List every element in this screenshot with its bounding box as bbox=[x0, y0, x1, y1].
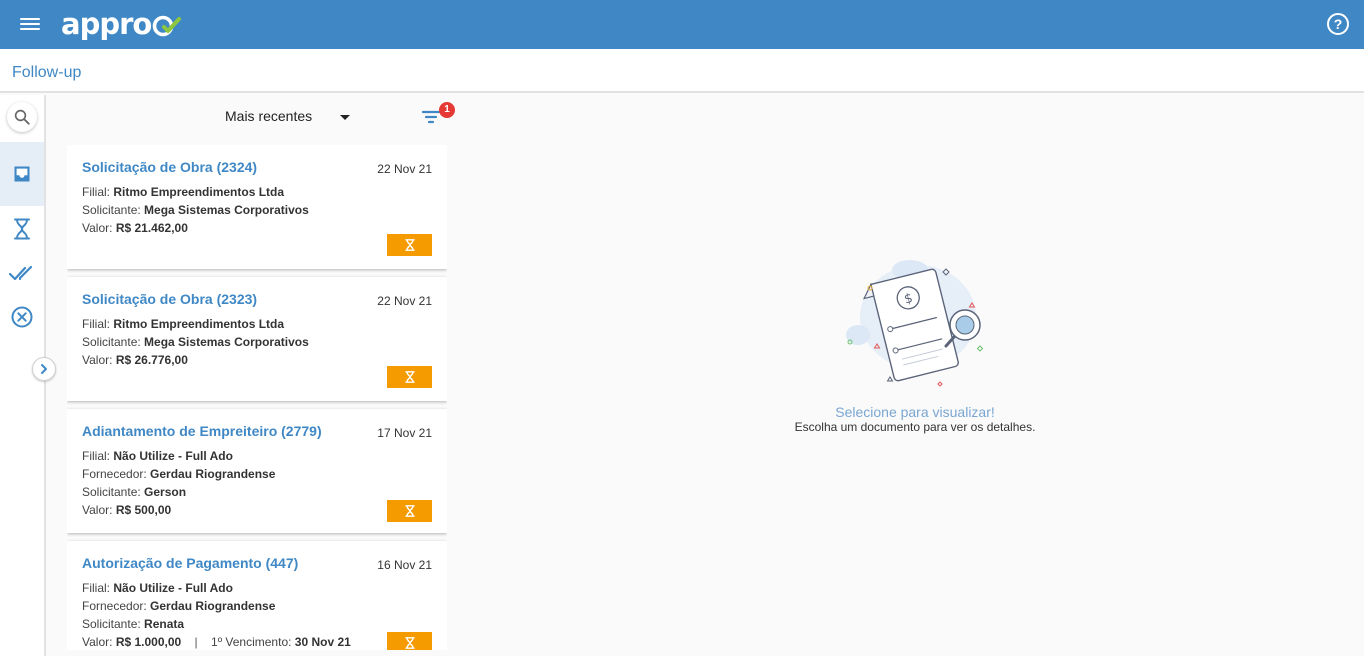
card-field: Filial: Não Utilize - Full Ado bbox=[82, 449, 233, 463]
card-date: 22 Nov 21 bbox=[377, 294, 432, 308]
help-circle-icon[interactable]: ? bbox=[1327, 13, 1349, 35]
card-field: Solicitante: Mega Sistemas Corporativos bbox=[82, 335, 309, 349]
hamburger-icon-bar bbox=[20, 18, 40, 20]
chevron-right-icon bbox=[41, 364, 47, 374]
hamburger-icon-bar bbox=[20, 28, 40, 30]
card-date: 22 Nov 21 bbox=[377, 162, 432, 176]
field-label: Solicitante: bbox=[82, 203, 141, 217]
field-label: Valor: bbox=[82, 635, 113, 649]
search-button[interactable] bbox=[0, 95, 44, 139]
filter-icon bbox=[421, 110, 441, 124]
nav-rejected[interactable] bbox=[0, 295, 44, 339]
field-value: R$ 21.462,00 bbox=[115, 221, 188, 235]
search-icon bbox=[14, 109, 30, 125]
card-date: 17 Nov 21 bbox=[377, 426, 432, 440]
field-value: Gerdau Riograndense bbox=[150, 467, 276, 481]
page-title: Follow-up bbox=[12, 64, 82, 81]
logo-check-mark-icon bbox=[153, 15, 182, 37]
logo-text: appro bbox=[61, 7, 152, 41]
card-title: Solicitação de Obra (2324) bbox=[82, 159, 258, 175]
field-value: Não Utilize - Full Ado bbox=[113, 449, 233, 463]
field-label: Solicitante: bbox=[82, 617, 141, 631]
card-field: Fornecedor: Gerdau Riograndense bbox=[82, 599, 275, 613]
empty-state-title: Selecione para visualizar! bbox=[835, 404, 995, 420]
document-card[interactable]: Solicitação de Obra (2323) 22 Nov 21 Fil… bbox=[67, 277, 447, 401]
page-header: Follow-up bbox=[0, 49, 1364, 93]
document-list: Solicitação de Obra (2324) 22 Nov 21 Fil… bbox=[67, 145, 447, 650]
card-field: Solicitante: Renata bbox=[82, 617, 184, 631]
sort-dropdown[interactable]: Mais recentes bbox=[225, 108, 355, 128]
approvo-logo: appro bbox=[61, 8, 182, 40]
field-label: 1º Vencimento: bbox=[211, 635, 292, 649]
caret-down-icon bbox=[340, 115, 350, 120]
field-value: 30 Nov 21 bbox=[294, 635, 351, 649]
card-field: Filial: Ritmo Empreendimentos Ltda bbox=[82, 317, 284, 331]
hourglass-icon bbox=[404, 637, 415, 649]
nav-approved[interactable] bbox=[0, 251, 44, 295]
card-field: Valor: R$ 26.776,00 bbox=[82, 353, 188, 367]
field-label: Valor: bbox=[82, 503, 113, 517]
pending-status-button[interactable] bbox=[387, 500, 432, 522]
document-card[interactable]: Solicitação de Obra (2324) 22 Nov 21 Fil… bbox=[67, 145, 447, 269]
field-label: Solicitante: bbox=[82, 485, 141, 499]
field-value: Ritmo Empreendimentos Ltda bbox=[113, 317, 285, 331]
field-separator: | bbox=[194, 635, 198, 649]
document-card[interactable]: Autorização de Pagamento (447) 16 Nov 21… bbox=[67, 541, 447, 650]
hourglass-icon bbox=[404, 239, 415, 251]
card-title: Adiantamento de Empreiteiro (2779) bbox=[82, 423, 322, 439]
field-label: Fornecedor: bbox=[82, 599, 147, 613]
pending-status-button[interactable] bbox=[387, 632, 432, 650]
pending-status-button[interactable] bbox=[387, 234, 432, 256]
search-button-circle bbox=[7, 102, 37, 132]
sort-dropdown-label: Mais recentes bbox=[225, 108, 313, 124]
field-label: Filial: bbox=[82, 185, 111, 199]
card-field: Filial: Não Utilize - Full Ado bbox=[82, 581, 233, 595]
field-label: Valor: bbox=[82, 221, 113, 235]
field-label: Filial: bbox=[82, 581, 111, 595]
empty-state-subtitle: Escolha um documento para ver os detalhe… bbox=[794, 420, 1036, 434]
field-value: Gerson bbox=[144, 485, 187, 499]
hamburger-icon-bar bbox=[20, 23, 40, 25]
field-value: Renata bbox=[144, 617, 185, 631]
card-field: Solicitante: Mega Sistemas Corporativos bbox=[82, 203, 309, 217]
field-label: Filial: bbox=[82, 449, 111, 463]
hamburger-menu-button[interactable] bbox=[20, 15, 40, 33]
field-value: Mega Sistemas Corporativos bbox=[144, 203, 309, 217]
empty-detail-panel: $ Selecione para visualizar! Escolha um … bbox=[750, 245, 1080, 445]
hourglass-icon bbox=[404, 371, 415, 383]
expand-sidebar-button[interactable] bbox=[32, 357, 56, 381]
card-title: Autorização de Pagamento (447) bbox=[82, 555, 299, 571]
card-title: Solicitação de Obra (2323) bbox=[82, 291, 258, 307]
field-value: R$ 1.000,00 bbox=[115, 635, 182, 649]
top-app-bar: appro ? bbox=[0, 0, 1364, 49]
field-value: R$ 26.776,00 bbox=[115, 353, 188, 367]
field-value: Não Utilize - Full Ado bbox=[113, 581, 233, 595]
field-label: Valor: bbox=[82, 353, 113, 367]
filter-count-badge: 1 bbox=[439, 102, 455, 118]
document-magnifier-illustration: $ bbox=[846, 260, 984, 387]
pending-status-button[interactable] bbox=[387, 366, 432, 388]
cancel-circle-icon bbox=[11, 306, 33, 328]
field-value: Ritmo Empreendimentos Ltda bbox=[113, 185, 285, 199]
card-field: Valor: R$ 21.462,00 bbox=[82, 221, 188, 235]
document-card[interactable]: Adiantamento de Empreiteiro (2779) 17 No… bbox=[67, 409, 447, 533]
card-field: Valor: R$ 1.000,00 | 1º Vencimento: 30 N… bbox=[82, 635, 351, 649]
field-value: Gerdau Riograndense bbox=[150, 599, 276, 613]
double-check-icon bbox=[9, 265, 33, 281]
inbox-icon bbox=[14, 166, 30, 182]
field-label: Solicitante: bbox=[82, 335, 141, 349]
card-field: Solicitante: Gerson bbox=[82, 485, 186, 499]
nav-pending[interactable] bbox=[0, 207, 44, 251]
hourglass-icon bbox=[14, 218, 30, 240]
field-label: Filial: bbox=[82, 317, 111, 331]
field-value: R$ 500,00 bbox=[115, 503, 172, 517]
card-field: Fornecedor: Gerdau Riograndense bbox=[82, 467, 275, 481]
field-label: Fornecedor: bbox=[82, 467, 147, 481]
nav-inbox[interactable] bbox=[0, 142, 44, 206]
card-date: 16 Nov 21 bbox=[377, 558, 432, 572]
field-value: Mega Sistemas Corporativos bbox=[144, 335, 309, 349]
hourglass-icon bbox=[404, 505, 415, 517]
card-field: Filial: Ritmo Empreendimentos Ltda bbox=[82, 185, 284, 199]
card-field: Valor: R$ 500,00 bbox=[82, 503, 171, 517]
